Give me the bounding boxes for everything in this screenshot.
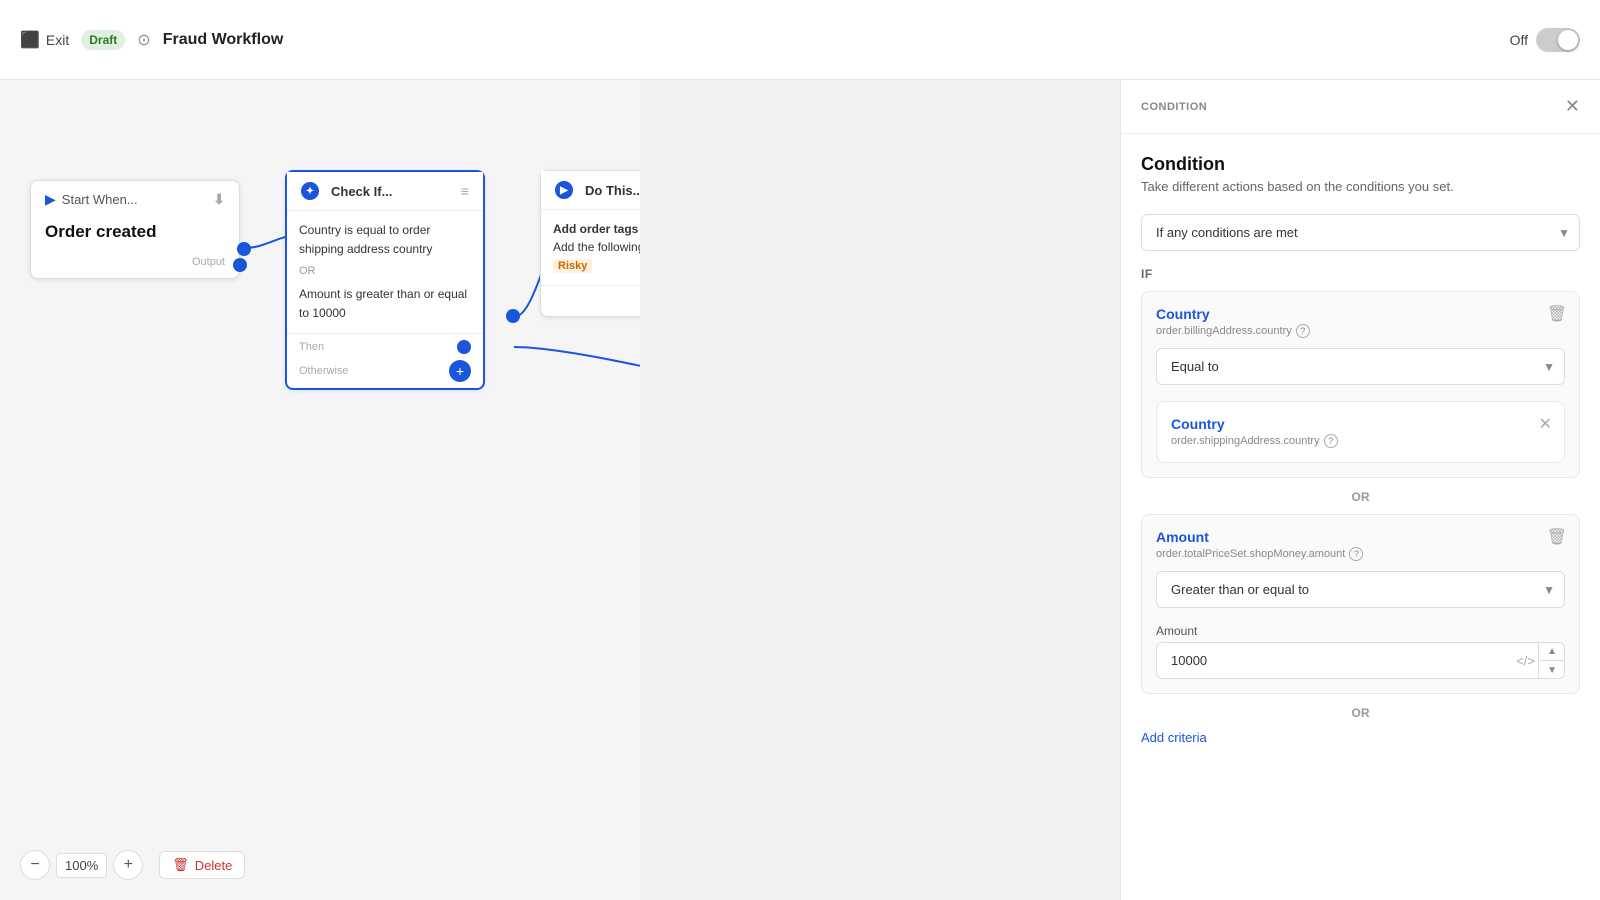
check-footer: Then: [287, 333, 483, 360]
condition1-info-icon[interactable]: ?: [1296, 324, 1310, 338]
amount-value-label: Amount: [1156, 624, 1565, 638]
start-output-dot: [233, 258, 247, 272]
panel-desc: Take different actions based on the cond…: [1141, 179, 1580, 194]
condition2-operator-wrap: Greater than or equal to ▼: [1156, 571, 1565, 608]
amount-input[interactable]: [1156, 642, 1565, 679]
do-desc: Add the following order tags: Risky: [553, 240, 640, 272]
start-title: ▶ Start When...: [45, 191, 138, 208]
condition1-field-name: Country: [1156, 306, 1565, 322]
toggle-knob: [1558, 30, 1578, 50]
delete-label: Delete: [195, 858, 233, 873]
add-criteria-link[interactable]: Add criteria: [1141, 730, 1580, 745]
zoom-percentage: 100%: [56, 853, 107, 878]
zoom-in-button[interactable]: +: [113, 850, 143, 880]
panel-content: Condition Take different actions based o…: [1121, 134, 1600, 765]
check-header-label: Check If...: [331, 184, 392, 199]
exit-icon: ⬛: [20, 30, 40, 50]
otherwise-add-btn[interactable]: +: [449, 360, 471, 382]
zoom-out-button[interactable]: −: [20, 850, 50, 880]
topbar: ⬛ Exit Draft ⊙ Fraud Workflow Off: [0, 0, 1600, 80]
amount-stepper: ▲ ▼: [1538, 642, 1565, 679]
condition1-value-path: order.shippingAddress.country ?: [1171, 434, 1550, 448]
check-condition1: Country is equal to order shipping addre…: [299, 221, 471, 259]
download-icon: ⬇: [213, 191, 225, 208]
condition2-field-path: order.totalPriceSet.shopMoney.amount ?: [1156, 547, 1565, 561]
check-icon: ✦: [301, 182, 319, 200]
do-node-header: ▶ Do This... ⬇: [541, 171, 640, 210]
filter-icon: ≡: [461, 183, 469, 199]
check-or-label: OR: [299, 263, 471, 281]
trash-icon: 🗑: [172, 857, 189, 873]
workflow-canvas[interactable]: ▶ Start When... ⬇ Order created Output ✦…: [0, 80, 640, 900]
start-node-title: Order created: [31, 218, 239, 256]
delete-button[interactable]: 🗑 Delete: [159, 851, 245, 879]
stepper-down-button[interactable]: ▼: [1539, 661, 1565, 679]
check-then-dot: [506, 309, 520, 323]
panel-type-label: CONDITION: [1141, 101, 1207, 113]
risky-tag: Risky: [553, 259, 592, 273]
exit-button[interactable]: ⬛ Exit: [20, 30, 69, 50]
close-button[interactable]: ✕: [1565, 96, 1580, 117]
condition2-field-name: Amount: [1156, 529, 1565, 545]
condition2-delete-icon[interactable]: 🗑: [1547, 527, 1567, 547]
toggle-area: Off: [1510, 28, 1580, 52]
amount-input-wrap: </> ▲ ▼: [1156, 642, 1565, 679]
otherwise-label: Otherwise: [299, 365, 349, 377]
condition1-operator-select[interactable]: Equal to: [1156, 348, 1565, 385]
any-conditions-select-wrap: If any conditions are met ▼: [1141, 214, 1580, 251]
then-dot: [457, 340, 471, 354]
panel-title: Condition: [1141, 154, 1580, 175]
do-body: Add order tags Add the following order t…: [541, 210, 640, 285]
play-icon: ▶: [45, 191, 56, 208]
condition1-operator-wrap: Equal to ▼: [1156, 348, 1565, 385]
condition1-value-info-icon[interactable]: ?: [1324, 434, 1338, 448]
do-icon: ▶: [555, 181, 573, 199]
do-node: ▶ Do This... ⬇ Add order tags Add the fo…: [540, 170, 640, 317]
check-node[interactable]: ✦ Check If... ≡ Country is equal to orde…: [285, 170, 485, 390]
condition-panel: CONDITION ✕ Condition Take different act…: [1120, 80, 1600, 900]
do-header-label: Do This...: [585, 183, 640, 198]
condition1-value-row: Country order.shippingAddress.country ? …: [1156, 401, 1565, 463]
check-condition2: Amount is greater than or equal to 10000: [299, 285, 471, 323]
condition2-operator-select[interactable]: Greater than or equal to: [1156, 571, 1565, 608]
condition2-row: Amount order.totalPriceSet.shopMoney.amo…: [1141, 514, 1580, 694]
draft-badge: Draft: [81, 30, 125, 50]
condition1-field-path: order.billingAddress.country ?: [1156, 324, 1565, 338]
or-divider-1: OR: [1141, 490, 1580, 504]
start-node: ▶ Start When... ⬇ Order created Output: [30, 180, 240, 279]
zoom-controls: − 100% + 🗑 Delete: [20, 850, 245, 880]
topbar-left: ⬛ Exit Draft ⊙ Fraud Workflow: [20, 30, 283, 50]
condition1-row: Country order.billingAddress.country ? 🗑…: [1141, 291, 1580, 478]
start-right-dot: [237, 242, 251, 256]
condition2-info-icon[interactable]: ?: [1349, 547, 1363, 561]
condition1-value-delete-icon[interactable]: ✕: [1539, 414, 1552, 434]
stepper-up-button[interactable]: ▲: [1539, 642, 1565, 661]
exit-label: Exit: [46, 32, 69, 48]
do-footer: Output: [541, 285, 640, 316]
condition1-delete-icon[interactable]: 🗑: [1547, 304, 1567, 324]
start-output-label: Output: [31, 256, 239, 278]
check-otherwise-footer: Otherwise +: [287, 360, 483, 388]
if-section-label: IF: [1141, 267, 1580, 281]
do-title: Add order tags: [553, 222, 638, 236]
start-node-header: ▶ Start When... ⬇: [31, 181, 239, 218]
code-icon: </>: [1516, 653, 1535, 668]
check-node-header: ✦ Check If... ≡: [287, 172, 483, 211]
canvas-inner: ▶ Start When... ⬇ Order created Output ✦…: [0, 80, 640, 900]
panel-header: CONDITION ✕: [1121, 80, 1600, 134]
toggle-label: Off: [1510, 32, 1528, 48]
start-when-label: Start When...: [62, 192, 138, 207]
any-conditions-select[interactable]: If any conditions are met: [1141, 214, 1580, 251]
toggle-switch[interactable]: [1536, 28, 1580, 52]
or-divider-2: OR: [1141, 706, 1580, 720]
workflow-icon: ⊙: [137, 30, 150, 50]
condition1-value-name: Country: [1171, 416, 1550, 432]
workflow-title: Fraud Workflow: [163, 31, 284, 49]
check-body: Country is equal to order shipping addre…: [287, 211, 483, 333]
then-label: Then: [299, 341, 324, 353]
